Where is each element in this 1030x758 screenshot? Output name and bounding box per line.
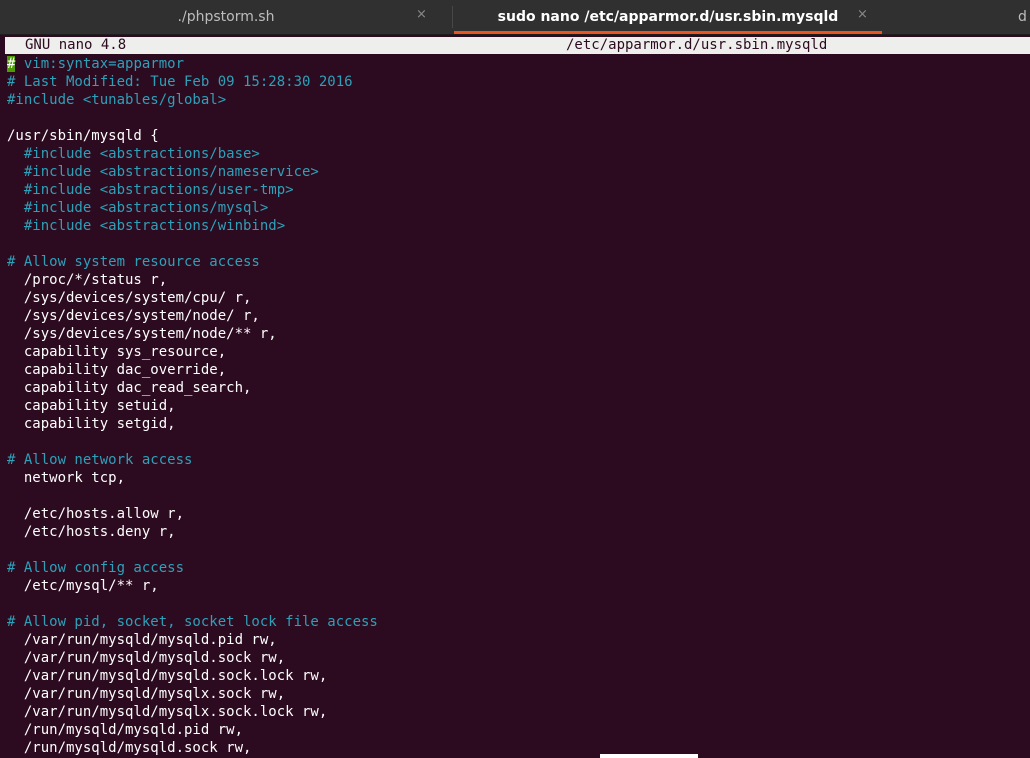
code-line: /sys/devices/system/node/** r, [7, 325, 1027, 343]
line-text: # Allow network access [7, 452, 193, 468]
line-text: /sys/devices/system/cpu/ r, [7, 290, 252, 306]
line-text: /sys/devices/system/node/** r, [7, 326, 277, 342]
terminal-tab-bar: ./phpstorm.sh × sudo nano /etc/apparmor.… [0, 0, 1030, 35]
comment-line: # Allow system resource access [7, 253, 1027, 271]
comment-line: #include <abstractions/base> [7, 145, 1027, 163]
line-text: /run/mysqld/mysqld.pid rw, [7, 722, 244, 738]
code-line: /sys/devices/system/cpu/ r, [7, 289, 1027, 307]
comment-line: # vim:syntax=apparmor [7, 55, 1027, 73]
code-line: /etc/hosts.deny r, [7, 523, 1027, 541]
code-line: capability setgid, [7, 415, 1027, 433]
line-text: /etc/hosts.deny r, [7, 524, 176, 540]
line-text: /var/run/mysqld/mysqlx.sock rw, [7, 686, 286, 702]
line-text: #include <abstractions/user-tmp> [7, 182, 294, 198]
line-text: /run/mysqld/mysqld.sock rw, [7, 740, 252, 756]
code-line: /var/run/mysqld/mysqlx.sock rw, [7, 685, 1027, 703]
comment-line: #include <abstractions/nameservice> [7, 163, 1027, 181]
close-icon[interactable]: × [857, 7, 868, 22]
nano-version: GNU nano 4.8 [25, 37, 127, 53]
line-text: /usr/sbin/mysqld { [7, 128, 159, 144]
code-line: network tcp, [7, 469, 1027, 487]
nano-filename: /etc/apparmor.d/usr.sbin.mysqld [566, 37, 828, 53]
line-text: /proc/*/status r, [7, 272, 168, 288]
comment-line: # Allow pid, socket, socket lock file ac… [7, 613, 1027, 631]
tab-phpstorm[interactable]: ./phpstorm.sh [0, 0, 452, 34]
code-line: /run/mysqld/mysqld.pid rw, [7, 721, 1027, 739]
code-line: /etc/hosts.allow r, [7, 505, 1027, 523]
close-icon[interactable]: × [416, 7, 427, 22]
code-line: /var/run/mysqld/mysqld.pid rw, [7, 631, 1027, 649]
code-line: capability setuid, [7, 397, 1027, 415]
status-indicator [600, 754, 698, 758]
comment-line: # Last Modified: Tue Feb 09 15:28:30 201… [7, 73, 1027, 91]
line-text: /var/run/mysqld/mysqld.sock rw, [7, 650, 286, 666]
comment-line: # Allow network access [7, 451, 1027, 469]
code-line: /var/run/mysqld/mysqld.sock rw, [7, 649, 1027, 667]
line-text: #include <abstractions/base> [7, 146, 260, 162]
comment-line: #include <abstractions/winbind> [7, 217, 1027, 235]
line-text: capability dac_read_search, [7, 380, 252, 396]
code-line: /var/run/mysqld/mysqlx.sock.lock rw, [7, 703, 1027, 721]
comment-line: # Allow config access [7, 559, 1027, 577]
code-line: /var/run/mysqld/mysqld.sock.lock rw, [7, 667, 1027, 685]
code-line: capability sys_resource, [7, 343, 1027, 361]
code-line: /sys/devices/system/node/ r, [7, 307, 1027, 325]
line-text: /var/run/mysqld/mysqlx.sock.lock rw, [7, 704, 328, 720]
tab-partial[interactable]: d [1018, 0, 1030, 34]
line-text: # Allow pid, socket, socket lock file ac… [7, 614, 378, 630]
line-text: #include <abstractions/mysql> [7, 200, 269, 216]
line-text: capability dac_override, [7, 362, 227, 378]
line-text: /sys/devices/system/node/ r, [7, 308, 260, 324]
line-text: vim:syntax=apparmor [15, 56, 185, 72]
line-text: # Allow system resource access [7, 254, 260, 270]
nano-title-bar: GNU nano 4.8 /etc/apparmor.d/usr.sbin.my… [5, 37, 1030, 54]
tab-label: sudo nano /etc/apparmor.d/usr.sbin.mysql… [497, 9, 839, 25]
tab-divider [452, 6, 453, 28]
line-text: capability setgid, [7, 416, 176, 432]
code-line: /etc/mysql/** r, [7, 577, 1027, 595]
code-line: /proc/*/status r, [7, 271, 1027, 289]
code-line: capability dac_override, [7, 361, 1027, 379]
tab-label: ./phpstorm.sh [177, 9, 275, 25]
comment-line: #include <abstractions/mysql> [7, 199, 1027, 217]
editor-buffer[interactable]: # vim:syntax=apparmor # Last Modified: Tu… [7, 55, 1027, 758]
line-text: #include <abstractions/nameservice> [7, 164, 319, 180]
line-text: /var/run/mysqld/mysqld.pid rw, [7, 632, 277, 648]
line-text: network tcp, [7, 470, 126, 486]
line-text: # Allow config access [7, 560, 185, 576]
line-text: capability sys_resource, [7, 344, 227, 360]
line-text: /var/run/mysqld/mysqld.sock.lock rw, [7, 668, 328, 684]
comment-line: #include <tunables/global> [7, 91, 1027, 109]
line-text: # Last Modified: Tue Feb 09 15:28:30 201… [7, 74, 353, 90]
line-text: /etc/mysql/** r, [7, 578, 159, 594]
tab-label: d [1018, 9, 1027, 25]
comment-line: #include <abstractions/user-tmp> [7, 181, 1027, 199]
line-text: capability setuid, [7, 398, 176, 414]
code-line: /usr/sbin/mysqld { [7, 127, 1027, 145]
code-line: /run/mysqld/mysqld.sock rw, [7, 739, 1027, 757]
line-text: /etc/hosts.allow r, [7, 506, 185, 522]
code-line: capability dac_read_search, [7, 379, 1027, 397]
line-text: #include <abstractions/winbind> [7, 218, 286, 234]
line-text: #include <tunables/global> [7, 92, 227, 108]
tab-nano-mysqld[interactable]: sudo nano /etc/apparmor.d/usr.sbin.mysql… [454, 0, 882, 34]
